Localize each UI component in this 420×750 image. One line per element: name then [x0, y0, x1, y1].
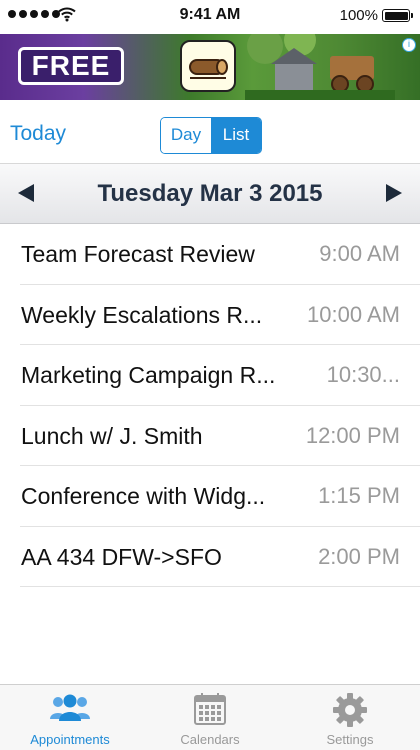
today-button[interactable]: Today [10, 122, 66, 146]
appointment-time: 1:15 PM [318, 483, 400, 508]
appointment-time: 2:00 PM [318, 543, 400, 569]
ad-info-icon[interactable]: i [402, 38, 416, 52]
segment-list[interactable]: List [211, 118, 261, 153]
ad-scene-illustration [245, 34, 395, 100]
tab-settings[interactable]: Settings [280, 685, 420, 750]
battery-percentage: 100% [339, 7, 378, 24]
segment-day[interactable]: Day [161, 118, 211, 153]
appointment-row[interactable]: Lunch w/ J. Smith 12:00 PM [0, 406, 420, 467]
toolbar: Today Day List [0, 100, 420, 164]
appointment-row[interactable]: Conference with Widg... 1:15 PM [0, 466, 420, 527]
view-segmented-control: Day List [160, 117, 262, 154]
appointment-row[interactable]: Weekly Escalations R... 10:00 AM [0, 285, 420, 346]
date-navigation-bar: Tuesday Mar 3 2015 [0, 164, 420, 224]
tab-calendars[interactable]: Calendars [140, 685, 280, 750]
people-icon [50, 694, 90, 721]
ad-banner[interactable]: FREE i [0, 34, 420, 100]
appointment-list: Team Forecast Review 9:00 AM Weekly Esca… [0, 224, 420, 587]
tab-label: Calendars [180, 732, 240, 747]
tab-appointments[interactable]: Appointments [0, 685, 140, 750]
gear-icon [333, 693, 367, 727]
appointment-row[interactable]: Team Forecast Review 9:00 AM [0, 224, 420, 285]
appointment-title: Weekly Escalations R... [21, 301, 263, 328]
appointment-time: 10:30... [326, 362, 400, 387]
battery-icon [382, 9, 413, 22]
status-bar: 9:41 AM 100% [0, 0, 420, 34]
appointment-title: Conference with Widg... [21, 483, 266, 509]
appointment-title: AA 434 DFW->SFO [21, 543, 222, 570]
current-date-label: Tuesday Mar 3 2015 [97, 180, 323, 207]
ad-app-logo [180, 40, 236, 92]
next-day-icon[interactable] [386, 184, 402, 202]
ad-free-badge: FREE [18, 47, 124, 85]
appointment-title: Marketing Campaign R... [21, 362, 276, 388]
appointment-row[interactable]: Marketing Campaign R... 10:30... [0, 345, 420, 406]
appointment-title: Team Forecast Review [21, 241, 255, 267]
appointment-time: 12:00 PM [305, 422, 400, 448]
appointment-row[interactable]: AA 434 DFW->SFO 2:00 PM [0, 527, 420, 588]
tab-bar: Appointments Calendars Settings [0, 684, 420, 750]
tab-label: Settings [326, 732, 374, 747]
calendar-grid-icon [194, 693, 226, 725]
appointment-time: 9:00 AM [319, 241, 400, 266]
appointment-title: Lunch w/ J. Smith [21, 422, 203, 449]
tab-label: Appointments [30, 732, 110, 747]
appointment-time: 10:00 AM [307, 301, 400, 327]
